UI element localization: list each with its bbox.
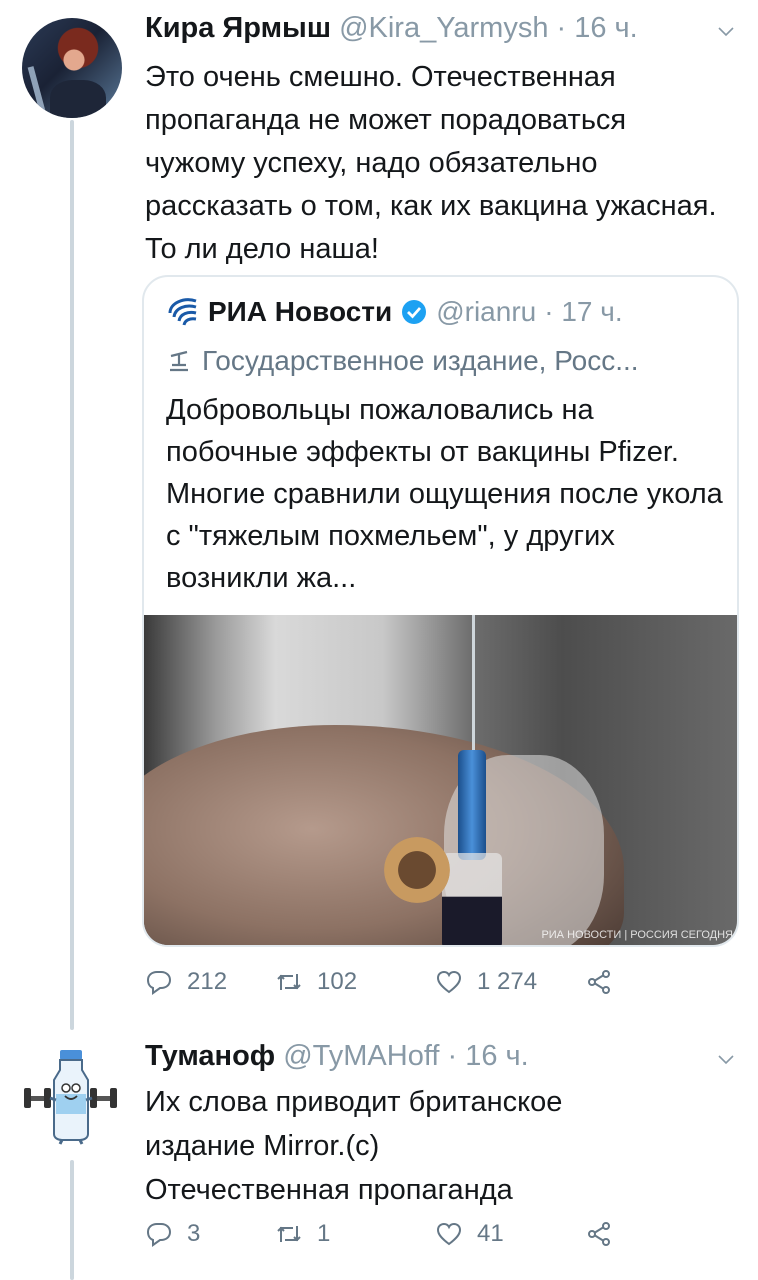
retweet-icon: [277, 1226, 301, 1242]
tweet-text: Их слова приводит британское издание Mir…: [145, 1080, 725, 1212]
quoted-tweet-photo[interactable]: РИА НОВОСТИ | РОССИЯ СЕГОДНЯ: [144, 615, 737, 945]
author-name[interactable]: Туманоф: [145, 1040, 275, 1072]
author-handle[interactable]: @Kira_Yarmysh: [339, 12, 548, 44]
author-handle[interactable]: @ТуMAHoff: [283, 1040, 439, 1072]
state-media-text: Государственное издание, Росс...: [202, 345, 639, 376]
tweet-actions: 3 1 41: [145, 1220, 613, 1248]
share-icon: [588, 1222, 610, 1246]
share-button[interactable]: [585, 968, 613, 996]
share-icon: [588, 970, 610, 994]
retweet-icon: [277, 974, 301, 990]
chevron-down-icon[interactable]: [718, 24, 734, 40]
avatar[interactable]: [22, 18, 122, 118]
reply-icon: [146, 971, 172, 995]
tweet-header: Туманоф @ТуMAHoff · 16 ч.: [145, 1040, 529, 1073]
quoted-tweet-text: Добровольцы пожаловались на побочные эфф…: [166, 394, 723, 594]
quoted-author-handle[interactable]: @rianru: [436, 296, 536, 328]
quoted-tweet-header: РИА Новости @rianru · 17 ч.: [166, 295, 623, 329]
tweet[interactable]: Кира Ярмыш @Kira_Yarmysh · 16 ч. Это оче…: [0, 0, 758, 1030]
tweet-text: Это очень смешно. Отечественная пропаган…: [145, 61, 717, 265]
avatar[interactable]: [20, 1042, 124, 1146]
quoted-author-name[interactable]: РИА Новости: [208, 296, 392, 328]
tweet-text-line: Отечественная пропаганда: [145, 1174, 513, 1206]
tweet-header: Кира Ярмыш @Kira_Yarmysh · 16 ч.: [145, 12, 638, 45]
retweet-count: 1: [317, 1220, 331, 1247]
reply-count: 3: [187, 1220, 201, 1247]
reply-button[interactable]: 212: [145, 968, 275, 996]
retweet-button[interactable]: 102: [275, 968, 435, 996]
verified-icon: [402, 300, 427, 324]
tweet-time[interactable]: · 16 ч.: [557, 12, 638, 44]
retweet-count: 102: [317, 968, 358, 995]
tweet-time[interactable]: · 16 ч.: [447, 1040, 528, 1072]
reply-count: 212: [187, 968, 228, 995]
state-media-icon: [170, 350, 188, 372]
like-icon: [436, 1222, 462, 1246]
retweet-button[interactable]: 1: [275, 1220, 435, 1248]
quoted-tweet-time: · 17 ч.: [544, 296, 623, 327]
reply-tweet[interactable]: Туманоф @ТуMAHoff · 16 ч. Их слова приво…: [0, 1030, 758, 1280]
like-button[interactable]: 41: [435, 1220, 585, 1248]
milk-bottle-avatar-icon: [20, 1042, 124, 1146]
reply-icon: [146, 1223, 172, 1247]
chevron-down-icon[interactable]: [718, 1052, 734, 1068]
tweet-text-line: издание Mirror.(с): [145, 1130, 380, 1162]
state-media-label[interactable]: Государственное издание, Росс...: [166, 345, 639, 377]
photo-watermark: РИА НОВОСТИ | РОССИЯ СЕГОДНЯ: [541, 929, 733, 941]
like-icon: [436, 970, 462, 994]
share-button[interactable]: [585, 1220, 613, 1248]
reply-button[interactable]: 3: [145, 1220, 275, 1248]
like-count: 41: [477, 1220, 504, 1247]
tweet-actions: 212 102 1 274: [145, 968, 613, 996]
like-count: 1 274: [477, 968, 538, 995]
author-name[interactable]: Кира Ярмыш: [145, 12, 331, 44]
ria-logo-icon: [168, 298, 197, 326]
like-button[interactable]: 1 274: [435, 968, 585, 996]
tweet-text-line: Их слова приводит британское: [145, 1086, 563, 1118]
quoted-tweet[interactable]: РИА Новости @rianru · 17 ч. Государствен…: [142, 275, 739, 947]
